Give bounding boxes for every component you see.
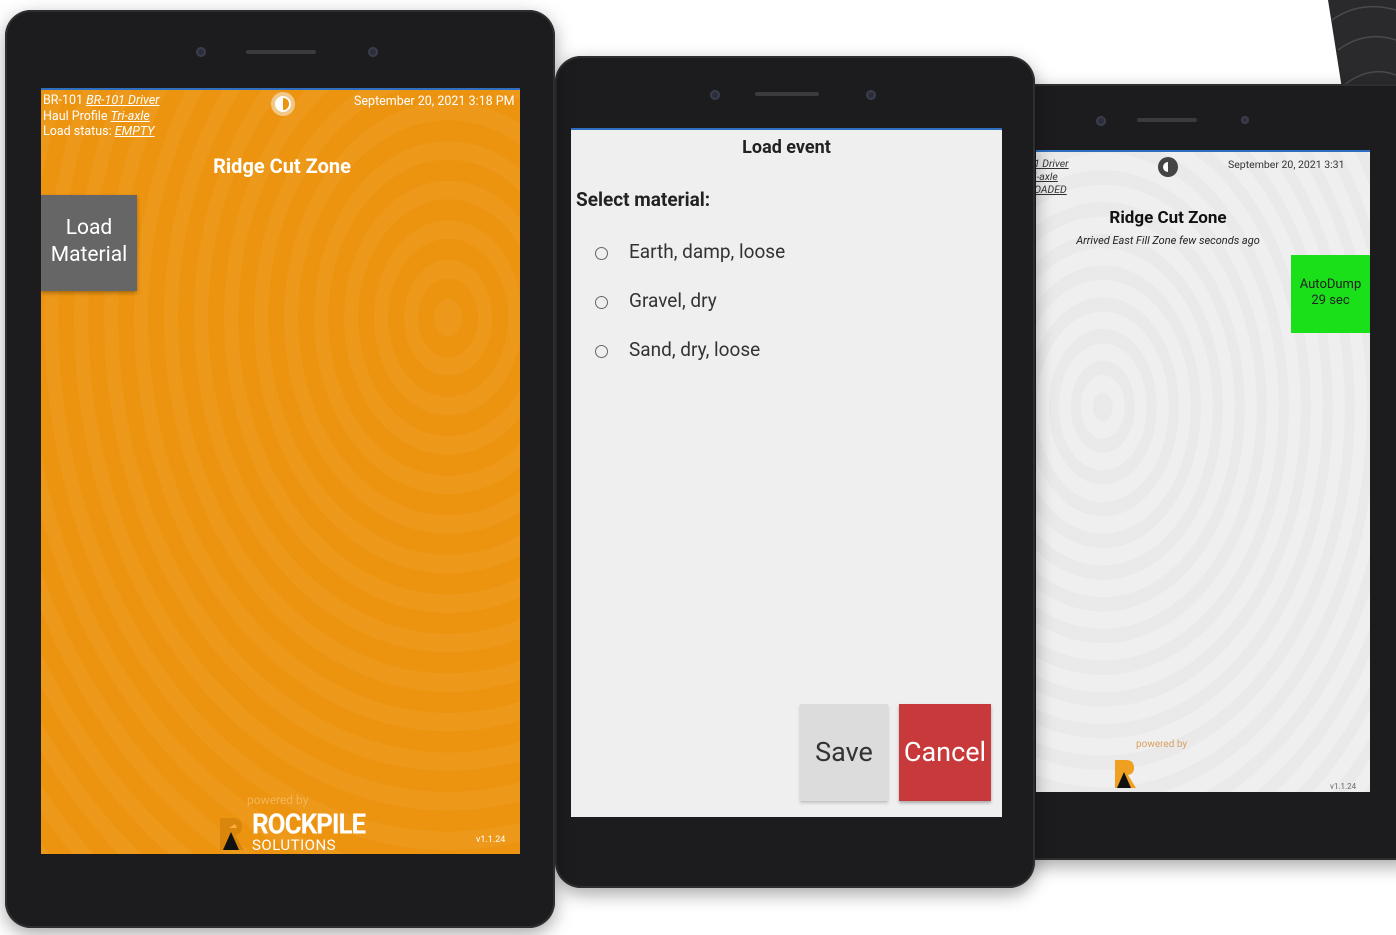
status-line (571, 128, 1002, 130)
tablet-load-event: Load event Select material: Earth, damp,… (555, 56, 1035, 888)
app-screen-load-material: BR-101 BR-101 Driver Haul Profile Tri-ax… (41, 88, 520, 854)
front-camera (1096, 116, 1106, 126)
material-option-label: Gravel, dry (629, 289, 717, 312)
radio-button[interactable] (595, 345, 608, 358)
tablet-autodump: 1 Driver i-axle OADED September 20, 2021… (1010, 84, 1396, 860)
truck-id: BR-101 (43, 93, 84, 108)
autodump-timer: 29 sec (1311, 293, 1350, 308)
load-button-line1: Load (65, 216, 113, 240)
cancel-button[interactable]: Cancel (899, 704, 991, 801)
load-status-label: Load status: (43, 124, 112, 139)
status-line (1036, 150, 1370, 152)
powered-by-text: powered by (247, 793, 309, 807)
sensor (1241, 116, 1249, 124)
haul-profile-link[interactable]: Tri-axle (111, 109, 150, 124)
dialog-title: Load event (742, 137, 831, 158)
front-camera (196, 47, 206, 57)
sensor (866, 90, 876, 100)
zone-title: Ridge Cut Zone (1109, 208, 1227, 228)
version-label: v1.1.24 (1330, 782, 1357, 791)
load-material-button[interactable]: Load Material (41, 195, 137, 291)
app-screen-autodump: 1 Driver i-axle OADED September 20, 2021… (1036, 150, 1370, 792)
version-label: v1.1.24 (476, 835, 506, 845)
load-status-link[interactable]: OADED (1036, 183, 1067, 196)
tablet-load-material: BR-101 BR-101 Driver Haul Profile Tri-ax… (5, 10, 555, 928)
speaker-grille (1137, 118, 1197, 122)
material-option-label: Earth, damp, loose (629, 240, 786, 263)
radio-button[interactable] (595, 296, 608, 309)
header-info: BR-101 BR-101 Driver Haul Profile Tri-ax… (43, 93, 159, 140)
rockpile-logo-icon (217, 814, 247, 852)
load-button-line2: Material (50, 243, 128, 267)
driver-link[interactable]: BR-101 Driver (86, 93, 159, 108)
material-option-label: Sand, dry, loose (629, 338, 761, 361)
zone-title: Ridge Cut Zone (213, 154, 351, 178)
sensor (368, 47, 378, 57)
header-info: 1 Driver i-axle OADED (1036, 157, 1069, 196)
arrival-status: Arrived East Fill Zone few seconds ago (1076, 234, 1260, 247)
speaker-grille (246, 50, 316, 54)
speaker-grille (755, 92, 819, 96)
brightness-icon[interactable] (271, 92, 295, 116)
front-camera (710, 90, 720, 100)
datetime: September 20, 2021 3:18 PM (354, 94, 515, 109)
rockpile-logo: ROCKPILE SOLUTIONS (217, 809, 366, 854)
save-button[interactable]: Save (800, 704, 888, 801)
autodump-button[interactable]: AutoDump 29 sec (1291, 255, 1370, 333)
load-status-link[interactable]: EMPTY (115, 124, 155, 139)
powered-by-text: powered by (1136, 739, 1188, 750)
haul-profile-link[interactable]: i-axle (1036, 170, 1058, 183)
app-screen-load-event: Load event Select material: Earth, damp,… (571, 128, 1002, 817)
autodump-label: AutoDump (1299, 277, 1362, 292)
radio-button[interactable] (595, 247, 608, 260)
status-line (41, 88, 520, 90)
haul-profile-label: Haul Profile (43, 108, 108, 124)
brightness-icon[interactable] (1158, 157, 1178, 177)
brand-sub: SOLUTIONS (252, 836, 337, 854)
datetime: September 20, 2021 3:31 (1228, 158, 1345, 171)
rockpile-logo-icon (1112, 756, 1138, 790)
driver-link[interactable]: 1 Driver (1036, 157, 1069, 170)
select-material-label: Select material: (576, 188, 711, 211)
